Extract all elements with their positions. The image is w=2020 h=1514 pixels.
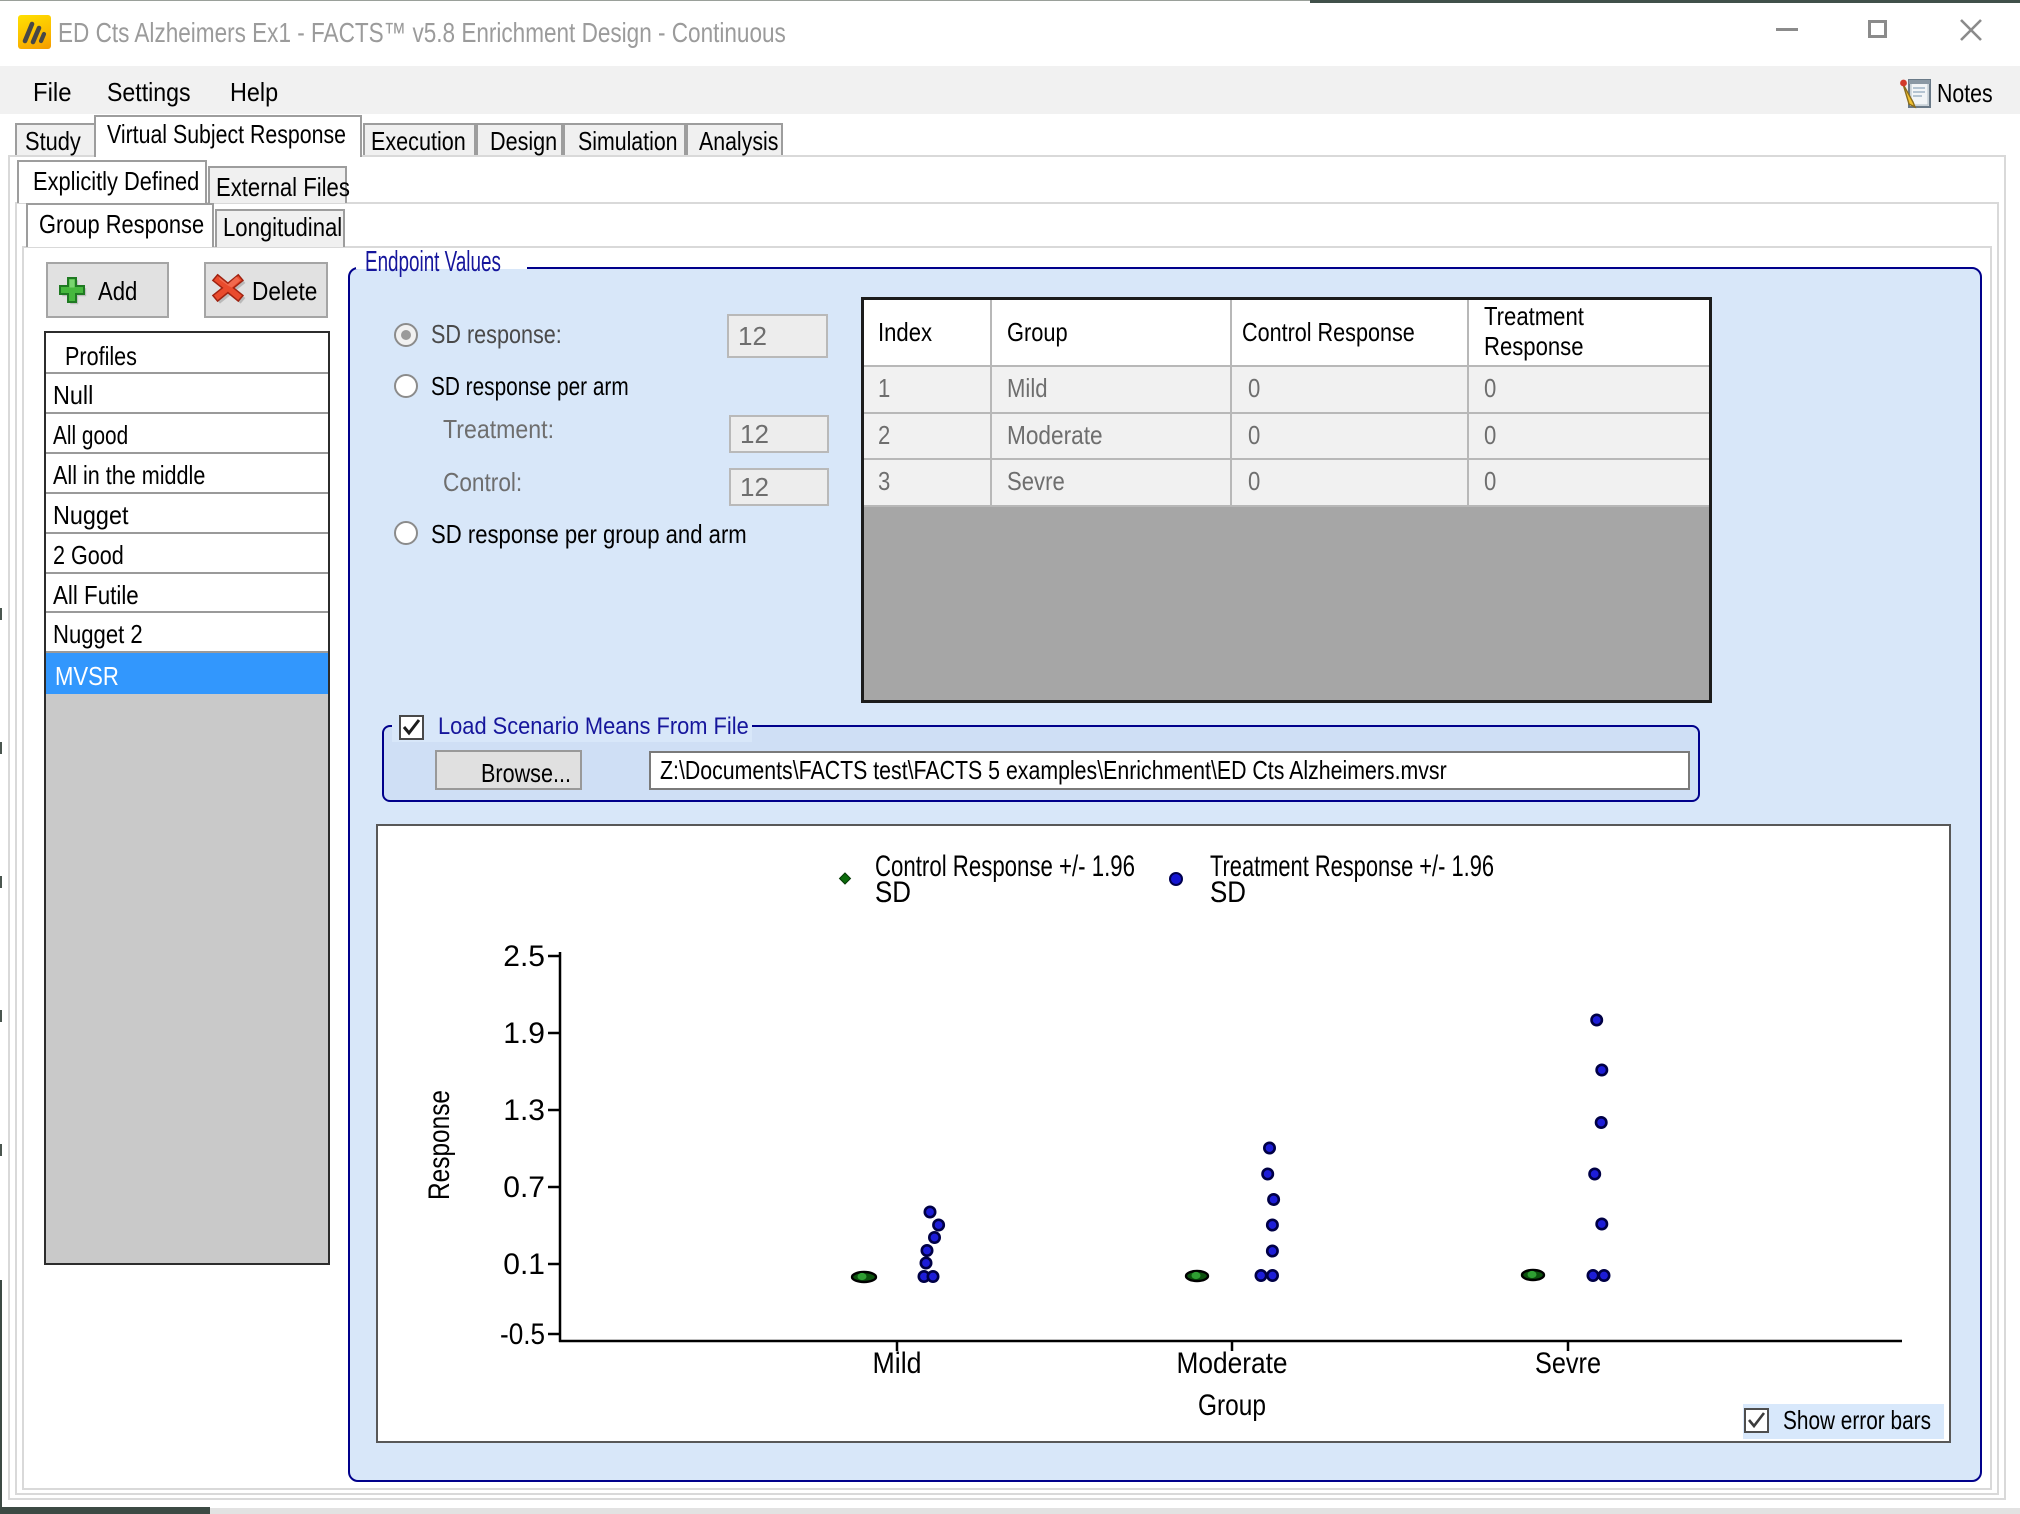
svg-text:Mild: Mild [873,1347,922,1380]
svg-text:Sevre: Sevre [1535,1347,1601,1380]
svg-text:SD: SD [875,876,911,909]
svg-text:Treatment Response +/- 1.96: Treatment Response +/- 1.96 [1210,850,1494,883]
svg-text:0.7: 0.7 [503,1171,545,1204]
svg-text:Moderate: Moderate [1177,1347,1288,1380]
svg-text:0.1: 0.1 [503,1248,545,1281]
svg-text:-0.5: -0.5 [500,1318,545,1351]
svg-text:SD: SD [1210,876,1246,909]
svg-text:1.3: 1.3 [503,1094,545,1127]
svg-text:Control Response +/- 1.96: Control Response +/- 1.96 [875,850,1135,883]
svg-text:2.5: 2.5 [503,940,545,973]
svg-text:Group: Group [1198,1389,1266,1422]
svg-text:1.9: 1.9 [503,1017,545,1050]
svg-text:Response: Response [423,1090,456,1200]
